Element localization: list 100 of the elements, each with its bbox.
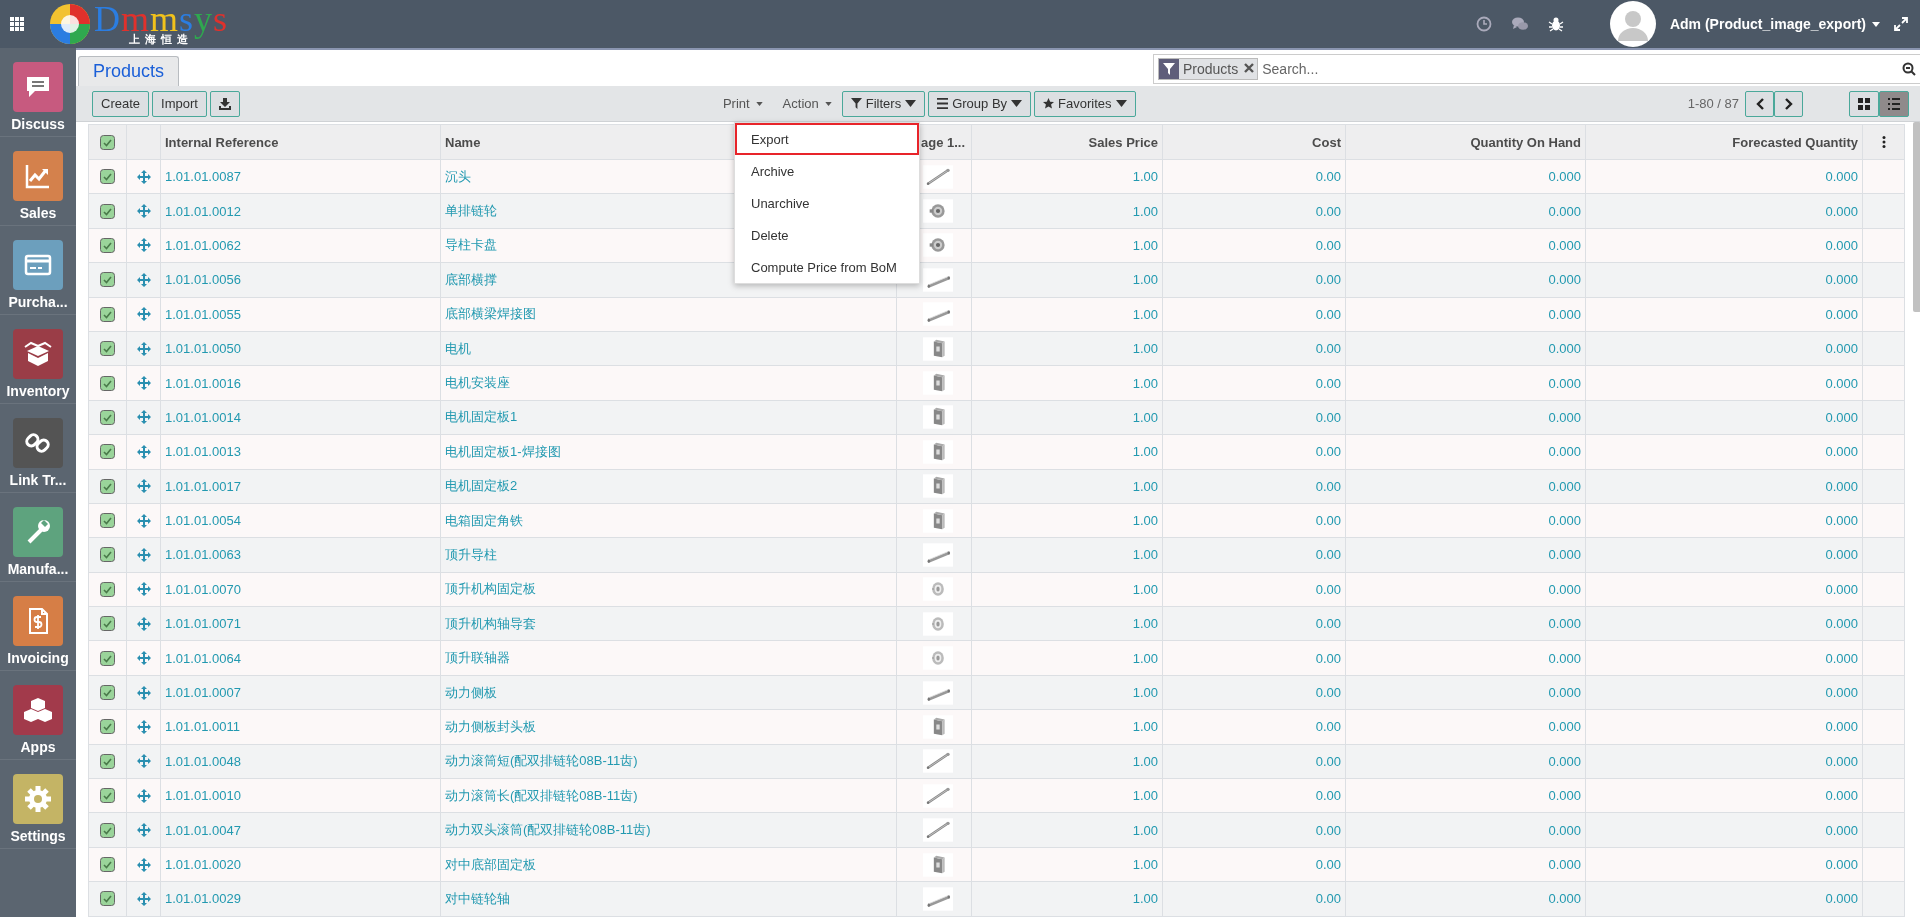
- checkbox[interactable]: [100, 203, 115, 219]
- star-icon[interactable]: [1043, 98, 1055, 109]
- caret-icon[interactable]: [1872, 21, 1880, 27]
- drag-handle-icon[interactable]: [136, 204, 151, 219]
- sidebar-item[interactable]: Sales: [0, 137, 76, 226]
- apps-menu-icon[interactable]: [10, 17, 24, 31]
- funnel-icon[interactable]: [850, 98, 862, 109]
- clock-icon[interactable]: [1475, 16, 1492, 32]
- bug-icon[interactable]: [1547, 16, 1564, 32]
- list-icon[interactable]: [937, 98, 949, 109]
- drag-handle-icon[interactable]: [136, 169, 151, 184]
- sidebar-item[interactable]: Manufa...: [0, 493, 76, 582]
- checkbox[interactable]: [100, 616, 115, 632]
- drag-handle-icon[interactable]: [136, 307, 151, 322]
- checkbox[interactable]: [100, 753, 115, 769]
- sidebar-item[interactable]: Purcha...: [0, 226, 76, 315]
- user-menu[interactable]: Adm (Product_image_export): [1669, 16, 1880, 32]
- drag-handle-icon[interactable]: [136, 513, 151, 528]
- checkbox[interactable]: [100, 719, 115, 735]
- drag-handle-icon[interactable]: [136, 823, 151, 838]
- column-header[interactable]: Internal Reference: [160, 124, 441, 160]
- menu-item[interactable]: Unarchive: [735, 187, 919, 219]
- search-field[interactable]: Products Search...: [1153, 54, 1920, 84]
- drag-handle-icon[interactable]: [136, 719, 151, 734]
- checkbox[interactable]: [100, 685, 115, 701]
- checkbox[interactable]: [100, 513, 115, 529]
- download-button[interactable]: [209, 90, 240, 117]
- dropdown-menu[interactable]: Action: [772, 90, 842, 117]
- kanban-view-button[interactable]: [1849, 90, 1879, 117]
- sidebar-item[interactable]: Inventory: [0, 315, 76, 404]
- column-header[interactable]: Forecasted Quantity: [1585, 124, 1863, 160]
- drag-handle-icon[interactable]: [136, 582, 151, 597]
- drag-handle-icon[interactable]: [136, 238, 151, 253]
- drag-handle-icon[interactable]: [136, 341, 151, 356]
- drag-handle-icon[interactable]: [136, 685, 151, 700]
- chat-icon[interactable]: [1511, 16, 1528, 32]
- fullscreen-icon[interactable]: [1894, 17, 1908, 31]
- drag-handle-icon[interactable]: [136, 616, 151, 631]
- checkbox[interactable]: [100, 134, 115, 150]
- checkbox[interactable]: [100, 237, 115, 253]
- column-header[interactable]: Quantity On Hand: [1345, 124, 1586, 160]
- drag-handle-icon[interactable]: [136, 651, 151, 666]
- drag-handle-icon[interactable]: [136, 410, 151, 425]
- avatar-icon[interactable]: [1609, 1, 1656, 47]
- search-facet[interactable]: Products: [1158, 58, 1259, 80]
- import-button[interactable]: Import: [152, 90, 207, 117]
- checkbox[interactable]: [100, 547, 115, 563]
- caret-icon[interactable]: [824, 101, 832, 106]
- checkbox[interactable]: [100, 375, 115, 391]
- previous-button[interactable]: [1745, 90, 1774, 117]
- search-option[interactable]: Favorites: [1034, 90, 1136, 117]
- column-header[interactable]: Sales Price: [971, 124, 1163, 160]
- menu-item[interactable]: Compute Price from BoM: [735, 251, 919, 283]
- scrollbar[interactable]: [1913, 122, 1920, 312]
- checkbox[interactable]: [100, 650, 115, 666]
- checkbox[interactable]: [100, 341, 115, 357]
- sidebar-item[interactable]: Discuss: [0, 48, 76, 137]
- sidebar-item[interactable]: Link Tr...: [0, 404, 76, 493]
- caret-icon[interactable]: [755, 101, 763, 106]
- checkbox[interactable]: [100, 581, 115, 597]
- sidebar-item[interactable]: Apps: [0, 671, 76, 760]
- drag-handle-icon[interactable]: [136, 548, 151, 562]
- checkbox[interactable]: [100, 891, 115, 907]
- caret-icon[interactable]: [1011, 98, 1023, 109]
- drag-handle-icon[interactable]: [136, 891, 151, 906]
- drag-handle-icon[interactable]: [136, 788, 151, 803]
- search-icon[interactable]: [1902, 62, 1916, 76]
- sidebar-item[interactable]: Settings: [0, 760, 76, 849]
- list-view-button[interactable]: [1879, 90, 1909, 117]
- menu-item[interactable]: Archive: [735, 155, 919, 187]
- checkbox[interactable]: [100, 788, 115, 804]
- checkbox[interactable]: [100, 857, 115, 872]
- drag-handle-icon[interactable]: [136, 376, 151, 391]
- sidebar-item[interactable]: Invoicing: [0, 582, 76, 671]
- drag-handle-icon[interactable]: [136, 754, 151, 769]
- drag-handle-icon[interactable]: [136, 857, 151, 872]
- drag-handle-icon[interactable]: [136, 272, 151, 287]
- drag-handle-icon[interactable]: [136, 444, 151, 459]
- chevron-right-icon[interactable]: [1783, 97, 1794, 110]
- create-button[interactable]: Create: [92, 90, 150, 117]
- dropdown-menu[interactable]: Print: [712, 90, 773, 117]
- next-button[interactable]: [1774, 90, 1803, 117]
- more-options-icon[interactable]: [1881, 136, 1886, 148]
- caret-icon[interactable]: [1115, 98, 1127, 109]
- breadcrumb-tab[interactable]: Products: [78, 56, 180, 86]
- checkbox[interactable]: [100, 444, 115, 460]
- menu-item[interactable]: Export: [735, 123, 919, 155]
- checkbox[interactable]: [100, 272, 115, 288]
- chevron-left-icon[interactable]: [1754, 97, 1765, 110]
- checkbox[interactable]: [100, 478, 115, 494]
- checkbox[interactable]: [100, 409, 115, 425]
- search-option[interactable]: Filters: [841, 90, 926, 117]
- caret-icon[interactable]: [905, 98, 917, 109]
- column-header[interactable]: Cost: [1162, 124, 1346, 160]
- checkbox[interactable]: [100, 169, 115, 185]
- drag-handle-icon[interactable]: [136, 479, 151, 494]
- menu-item[interactable]: Delete: [735, 219, 919, 251]
- checkbox[interactable]: [100, 822, 115, 838]
- checkbox[interactable]: [100, 306, 115, 322]
- download-icon[interactable]: [218, 97, 231, 110]
